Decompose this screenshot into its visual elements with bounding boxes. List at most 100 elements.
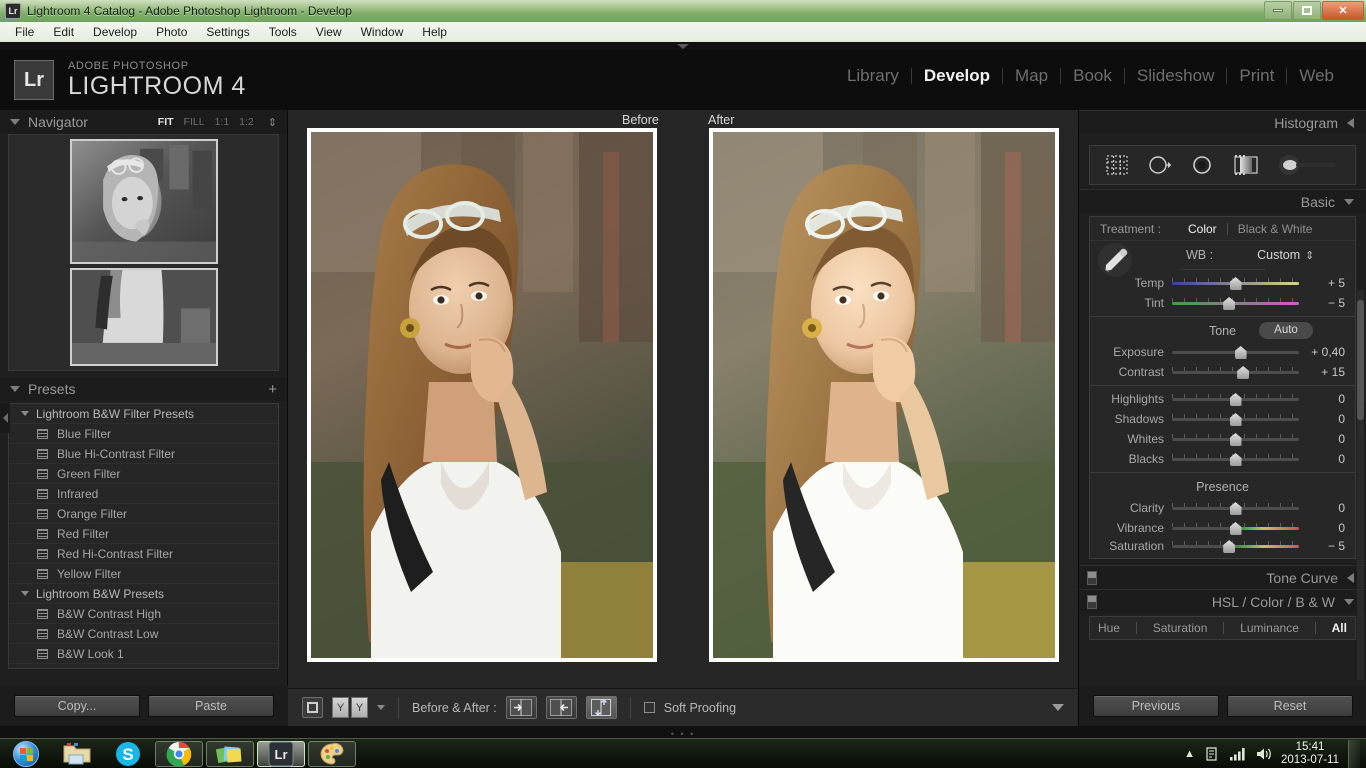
module-develop[interactable]: Develop (912, 66, 1002, 86)
menu-develop[interactable]: Develop (84, 23, 146, 41)
hsl-header[interactable]: HSL / Color / B & W (1079, 589, 1366, 613)
scrollbar-thumb[interactable] (1357, 300, 1364, 420)
zoom-1-2[interactable]: 1:2 (239, 116, 254, 128)
eyedropper-icon[interactable] (1098, 243, 1132, 277)
slider-track[interactable] (1172, 539, 1299, 553)
slider-track[interactable] (1172, 365, 1299, 379)
slider-whites[interactable]: Whites 0 (1090, 429, 1355, 449)
histogram-header[interactable]: Histogram (1079, 110, 1366, 134)
preset-bw-contrast-low[interactable]: B&W Contrast Low (9, 624, 278, 644)
navigator-header[interactable]: Navigator FIT FILL 1:1 1:2 ⇕ (0, 110, 287, 134)
menu-help[interactable]: Help (413, 23, 456, 41)
slider-track[interactable] (1172, 452, 1299, 466)
slider-highlights[interactable]: Highlights 0 (1090, 389, 1355, 409)
adjustment-brush-icon[interactable] (1278, 154, 1340, 176)
taskbar-file-explorer[interactable] (53, 741, 101, 767)
minimize-button[interactable] (1264, 1, 1292, 20)
before-after-left-right-icon[interactable] (505, 696, 537, 719)
close-button[interactable]: ✕ (1322, 1, 1364, 20)
slider-vibrance[interactable]: Vibrance 0 (1090, 518, 1355, 538)
presets-list[interactable]: Lightroom B&W Filter Presets Blue Filter… (8, 403, 279, 669)
network-signal-icon[interactable] (1229, 747, 1246, 761)
loupe-view-icon[interactable] (302, 697, 323, 718)
presets-header[interactable]: Presets + (0, 377, 287, 401)
up-down-stepper-icon[interactable]: ⇕ (1305, 249, 1314, 262)
preset-blue-hi-contrast-filter[interactable]: Blue Hi-Contrast Filter (9, 444, 278, 464)
preset-bw-look-1[interactable]: B&W Look 1 (9, 644, 278, 664)
tab-all[interactable]: All (1332, 621, 1347, 635)
taskbar-skype[interactable]: S (104, 741, 152, 767)
menu-edit[interactable]: Edit (44, 23, 83, 41)
chevron-up-icon[interactable]: ▲ (1184, 748, 1195, 760)
preset-green-filter[interactable]: Green Filter (9, 464, 278, 484)
slider-tint[interactable]: Tint − 5 (1090, 293, 1355, 313)
module-book[interactable]: Book (1061, 66, 1124, 86)
menu-window[interactable]: Window (352, 23, 413, 41)
zoom-1-1[interactable]: 1:1 (215, 116, 230, 128)
slider-clarity[interactable]: Clarity 0 (1090, 498, 1355, 518)
navigator-preview[interactable] (8, 134, 279, 371)
tab-saturation[interactable]: Saturation (1153, 621, 1208, 635)
tone-curve-header[interactable]: Tone Curve (1079, 565, 1366, 589)
module-web[interactable]: Web (1287, 66, 1346, 86)
slider-track[interactable] (1172, 501, 1299, 515)
auto-tone-button[interactable]: Auto (1259, 322, 1313, 339)
preset-bw-contrast-high[interactable]: B&W Contrast High (9, 604, 278, 624)
spot-removal-icon[interactable] (1148, 154, 1172, 176)
plus-icon[interactable]: + (268, 381, 277, 398)
slider-track[interactable] (1172, 521, 1299, 535)
speaker-icon[interactable] (1255, 747, 1272, 761)
taskbar-google-chrome[interactable] (155, 740, 203, 767)
menu-view[interactable]: View (307, 23, 351, 41)
preset-orange-filter[interactable]: Orange Filter (9, 504, 278, 524)
slider-track[interactable] (1172, 412, 1299, 426)
left-panel-collapse-handle[interactable] (0, 403, 10, 433)
filmstrip-collapse-strip[interactable]: • • • (0, 726, 1366, 739)
slider-track[interactable] (1172, 432, 1299, 446)
preset-blue-filter[interactable]: Blue Filter (9, 424, 278, 444)
before-after-right-left-icon[interactable] (545, 696, 577, 719)
paste-button[interactable]: Paste (148, 695, 274, 717)
slider-knob[interactable] (1234, 346, 1247, 359)
slider-exposure[interactable]: Exposure + 0,40 (1090, 342, 1355, 362)
copy-button[interactable]: Copy... (14, 695, 140, 717)
menu-file[interactable]: File (6, 23, 43, 41)
module-map[interactable]: Map (1003, 66, 1060, 86)
slider-track[interactable] (1172, 392, 1299, 406)
taskbar-clock[interactable]: 15:41 2013-07-11 (1281, 741, 1339, 767)
treatment-black-white-option[interactable]: Black & White (1228, 222, 1323, 236)
slider-track[interactable] (1172, 345, 1299, 359)
compare-view-button[interactable]: Y Y (332, 697, 368, 718)
menu-photo[interactable]: Photo (147, 23, 196, 41)
up-down-stepper-icon[interactable]: ⇕ (268, 116, 277, 129)
before-after-top-bottom-icon[interactable] (585, 696, 617, 719)
menu-tools[interactable]: Tools (260, 23, 306, 41)
previous-button[interactable]: Previous (1093, 695, 1219, 717)
start-button[interactable] (2, 740, 50, 768)
preset-red-filter[interactable]: Red Filter (9, 524, 278, 544)
panel-switch-icon[interactable] (1087, 594, 1097, 609)
basic-header[interactable]: Basic (1079, 189, 1366, 213)
taskbar-lightroom[interactable]: Lr (257, 740, 305, 767)
chevron-down-icon[interactable] (377, 705, 385, 710)
tab-luminance[interactable]: Luminance (1240, 621, 1299, 635)
preset-red-hi-contrast-filter[interactable]: Red Hi-Contrast Filter (9, 544, 278, 564)
module-print[interactable]: Print (1227, 66, 1286, 86)
show-desktop-button[interactable] (1348, 739, 1360, 768)
taskbar-paint[interactable] (308, 740, 356, 767)
module-library[interactable]: Library (835, 66, 911, 86)
soft-proofing-checkbox[interactable] (643, 702, 655, 713)
red-eye-correction-icon[interactable] (1190, 154, 1214, 176)
preset-group-header[interactable]: Lightroom B&W Presets (9, 584, 278, 604)
right-panel-scrollbar[interactable] (1357, 290, 1364, 680)
maximize-button[interactable] (1293, 1, 1321, 20)
after-photo-frame[interactable] (709, 128, 1059, 662)
slider-track[interactable] (1172, 276, 1299, 290)
menu-settings[interactable]: Settings (197, 23, 258, 41)
crop-overlay-icon[interactable] (1105, 154, 1129, 176)
chevron-down-icon[interactable] (1052, 704, 1064, 711)
graduated-filter-icon[interactable] (1233, 154, 1259, 176)
zoom-fit[interactable]: FIT (158, 116, 174, 128)
tab-hue[interactable]: Hue (1098, 621, 1120, 635)
slider-saturation[interactable]: Saturation − 5 (1090, 538, 1355, 558)
